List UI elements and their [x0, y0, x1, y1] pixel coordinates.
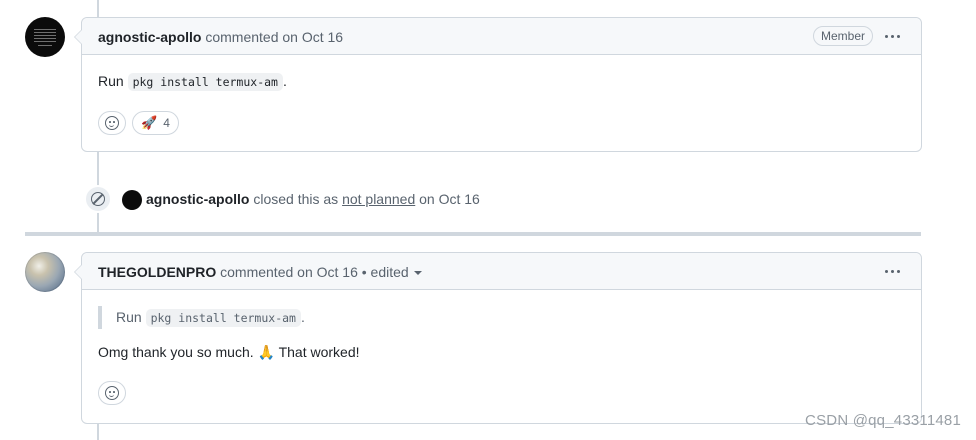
reaction-row	[98, 381, 126, 405]
close-reason-link[interactable]: not planned	[342, 191, 415, 207]
event-text: closed this as	[253, 191, 339, 207]
rocket-icon: 🚀	[141, 115, 158, 130]
comment-body: Run pkg install termux-am. Omg thank you…	[82, 290, 921, 379]
comment-header: agnostic-apollo commented on Oct 16 Memb…	[82, 18, 921, 55]
comment-body: Run pkg install termux-am.	[82, 55, 921, 109]
avatar[interactable]	[25, 252, 65, 292]
comment-timestamp[interactable]: commented on Oct 16 • edited	[220, 264, 409, 280]
more-options-icon[interactable]	[883, 26, 903, 46]
comment-author[interactable]: THEGOLDENPRO	[98, 264, 216, 280]
quote-text: .	[300, 309, 305, 325]
comment: THEGOLDENPRO commented on Oct 16 • edite…	[74, 252, 922, 424]
chevron-down-icon[interactable]	[413, 271, 422, 276]
body-text: Run	[98, 73, 124, 89]
member-badge: Member	[812, 26, 873, 46]
skip-icon	[84, 185, 112, 213]
code-snippet: pkg install termux-am	[145, 309, 301, 327]
add-reaction-button[interactable]	[98, 111, 126, 135]
code-snippet: pkg install termux-am	[127, 73, 283, 91]
quote-text: Run	[116, 309, 142, 325]
comment-timestamp[interactable]: commented on Oct 16	[205, 29, 343, 45]
event-actor[interactable]: agnostic-apollo	[146, 191, 249, 207]
rocket-reaction-button[interactable]: 🚀 4	[132, 111, 179, 135]
event-timestamp[interactable]: on Oct 16	[419, 191, 480, 207]
add-reaction-button[interactable]	[98, 381, 126, 405]
body-text: .	[282, 73, 287, 89]
timeline-line	[97, 422, 99, 440]
more-options-icon[interactable]	[883, 261, 903, 281]
body-text: Omg thank you so much. 🙏 That worked!	[98, 344, 360, 360]
comment-author[interactable]: agnostic-apollo	[98, 29, 201, 45]
smiley-icon	[105, 386, 119, 400]
smiley-icon	[105, 116, 119, 130]
comment: agnostic-apollo commented on Oct 16 Memb…	[74, 17, 922, 152]
reaction-row: 🚀 4	[98, 111, 179, 135]
avatar[interactable]	[122, 190, 142, 210]
avatar[interactable]	[25, 17, 65, 57]
timeline-divider	[25, 232, 921, 236]
comment-header: THEGOLDENPRO commented on Oct 16 • edite…	[82, 253, 921, 290]
watermark: CSDN @qq_43311481	[805, 412, 961, 429]
reaction-count: 4	[163, 116, 170, 130]
quote: Run pkg install termux-am.	[98, 306, 905, 329]
